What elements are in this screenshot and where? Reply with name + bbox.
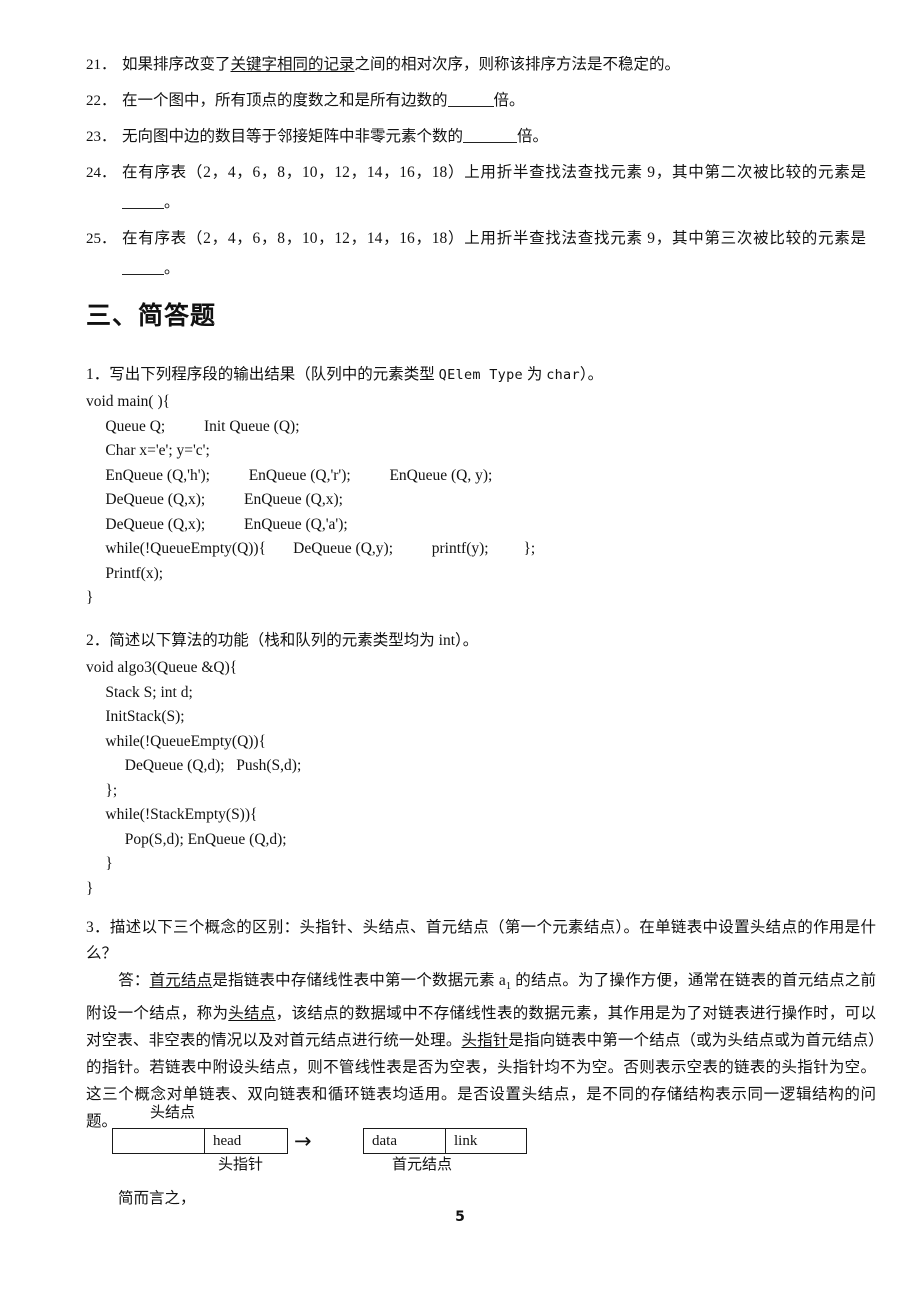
question-text-post: 倍。	[493, 92, 525, 109]
short-answer-block-3: 3．描述以下三个概念的区别：头指针、头结点、首元结点（第一个元素结点）。在单链表…	[86, 915, 876, 1135]
term-head-pointer: 头指针	[461, 1032, 509, 1050]
answer-blank[interactable]	[122, 193, 164, 209]
question-text-post: 。	[164, 260, 180, 277]
prompt-type-char: char	[546, 367, 580, 383]
question-item-21: 21． 如果排序改变了关键字相同的记录之间的相对次序，则称该排序方法是不稳定的。	[86, 50, 866, 80]
prompt-number: 3．	[86, 919, 110, 936]
question-text: 在有序表（2，4，6，8，10，12，14，16，18）上用折半查找法查找元素 …	[122, 224, 866, 284]
question-text-pre: 如果排序改变了	[122, 56, 231, 73]
answer-blank[interactable]	[463, 127, 518, 143]
prompt-number: 2．	[86, 632, 110, 649]
node-data-cell: data	[372, 1132, 397, 1149]
section-heading: 三、简答题	[86, 301, 217, 330]
question-text-pre: 在有序表（2，4，6，8，10，12，14，16，18）上用折半查找法查找元素 …	[122, 230, 866, 247]
prompt-text-c: ）。	[579, 366, 604, 383]
question-number: 23．	[86, 129, 117, 145]
question-text-pre: 在一个图中，所有顶点的度数之和是所有边数的	[122, 92, 448, 109]
arrow-right-icon: →	[294, 1129, 312, 1153]
prompt-number: 1．	[86, 366, 110, 383]
prompt-text-a: 简述以下算法的功能（栈和队列的元素类型均为 int）。	[109, 632, 479, 649]
question-item-23: 23． 无向图中边的数目等于邻接矩阵中非零元素个数的 倍。	[86, 122, 866, 152]
prompt-text-a: 写出下列程序段的输出结果（队列中的元素类型	[109, 366, 439, 383]
question-underlined-term: 关键字相同的记录	[230, 56, 355, 73]
question-text: 在一个图中，所有顶点的度数之和是所有边数的 倍。	[122, 86, 866, 116]
linked-list-diagram: 头结点 head → data link 头指针 首元结点	[0, 1104, 920, 1194]
question-text-pre: 在有序表（2，4，6，8，10，12，14，16，18）上用折半查找法查找元素 …	[122, 164, 866, 181]
answer-segment-2: 是指链表中存储线性表中第一个数据元素 a	[212, 972, 506, 989]
question-item-25: 25． 在有序表（2，4，6，8，10，12，14，16，18）上用折半查找法查…	[86, 224, 866, 284]
term-head-node: 头结点	[228, 1005, 276, 1023]
head-node-empty-cell	[113, 1129, 204, 1153]
answer-label: 答：	[118, 972, 150, 989]
diagram-label-head-node: 头结点	[150, 1105, 196, 1121]
question-number: 22．	[86, 93, 117, 109]
short-answer-block-2: 2．简述以下算法的功能（栈和队列的元素类型均为 int）。 void algo3…	[86, 628, 876, 901]
question-text: 在有序表（2，4，6，8，10，12，14，16，18）上用折半查找法查找元素 …	[122, 158, 866, 218]
diagram-label-head-pointer: 头指针	[218, 1157, 264, 1173]
question-text-post: 倍。	[517, 128, 549, 145]
question-number: 25．	[86, 231, 117, 247]
diagram-label-first-node: 首元结点	[392, 1157, 453, 1173]
head-node-head-cell: head	[203, 1129, 287, 1153]
answer-blank[interactable]	[122, 259, 164, 275]
head-node-box: head	[112, 1128, 288, 1154]
question-text-post: 之间的相对次序，则称该排序方法是不稳定的。	[354, 56, 681, 73]
short-answer-prompt-2: 2．简述以下算法的功能（栈和队列的元素类型均为 int）。	[86, 628, 876, 654]
term-first-element-node: 首元结点	[149, 972, 213, 989]
short-answer-prompt-1: 1．写出下列程序段的输出结果（队列中的元素类型 QElem Type 为 cha…	[86, 362, 876, 388]
code-block-2: void algo3(Queue &Q){ Stack S; int d; In…	[86, 659, 302, 897]
first-element-node-box: data link	[363, 1128, 527, 1154]
question-number: 24．	[86, 165, 117, 181]
question-text-pre: 无向图中边的数目等于邻接矩阵中非零元素个数的	[122, 128, 464, 145]
node-link-cell: link	[445, 1129, 526, 1153]
tail-text: 简而言之，	[118, 1190, 196, 1207]
short-answer-block-1: 1．写出下列程序段的输出结果（队列中的元素类型 QElem Type 为 cha…	[86, 362, 876, 611]
question-item-22: 22． 在一个图中，所有顶点的度数之和是所有边数的 倍。	[86, 86, 866, 116]
prompt-text: 描述以下三个概念的区别：头指针、头结点、首元结点（第一个元素结点）。在单链表中设…	[86, 919, 876, 962]
document-page: 21． 如果排序改变了关键字相同的记录之间的相对次序，则称该排序方法是不稳定的。…	[0, 0, 920, 1302]
fill-in-questions-list: 21． 如果排序改变了关键字相同的记录之间的相对次序，则称该排序方法是不稳定的。…	[86, 50, 866, 290]
short-answer-prompt-3: 3．描述以下三个概念的区别：头指针、头结点、首元结点（第一个元素结点）。在单链表…	[86, 915, 876, 967]
code-block-1: void main( ){ Queue Q; Init Queue (Q); C…	[86, 393, 536, 606]
prompt-text-b: 为	[522, 366, 547, 383]
question-text-post: 。	[164, 194, 180, 211]
question-item-24: 24． 在有序表（2，4，6，8，10，12，14，16，18）上用折半查找法查…	[86, 158, 866, 218]
prompt-type-name: QElem Type	[438, 367, 523, 383]
page-number: 5	[455, 1209, 465, 1225]
question-number: 21．	[86, 57, 117, 73]
answer-blank[interactable]	[447, 91, 494, 107]
question-text: 无向图中边的数目等于邻接矩阵中非零元素个数的 倍。	[122, 122, 866, 152]
question-text: 如果排序改变了关键字相同的记录之间的相对次序，则称该排序方法是不稳定的。	[122, 50, 866, 80]
